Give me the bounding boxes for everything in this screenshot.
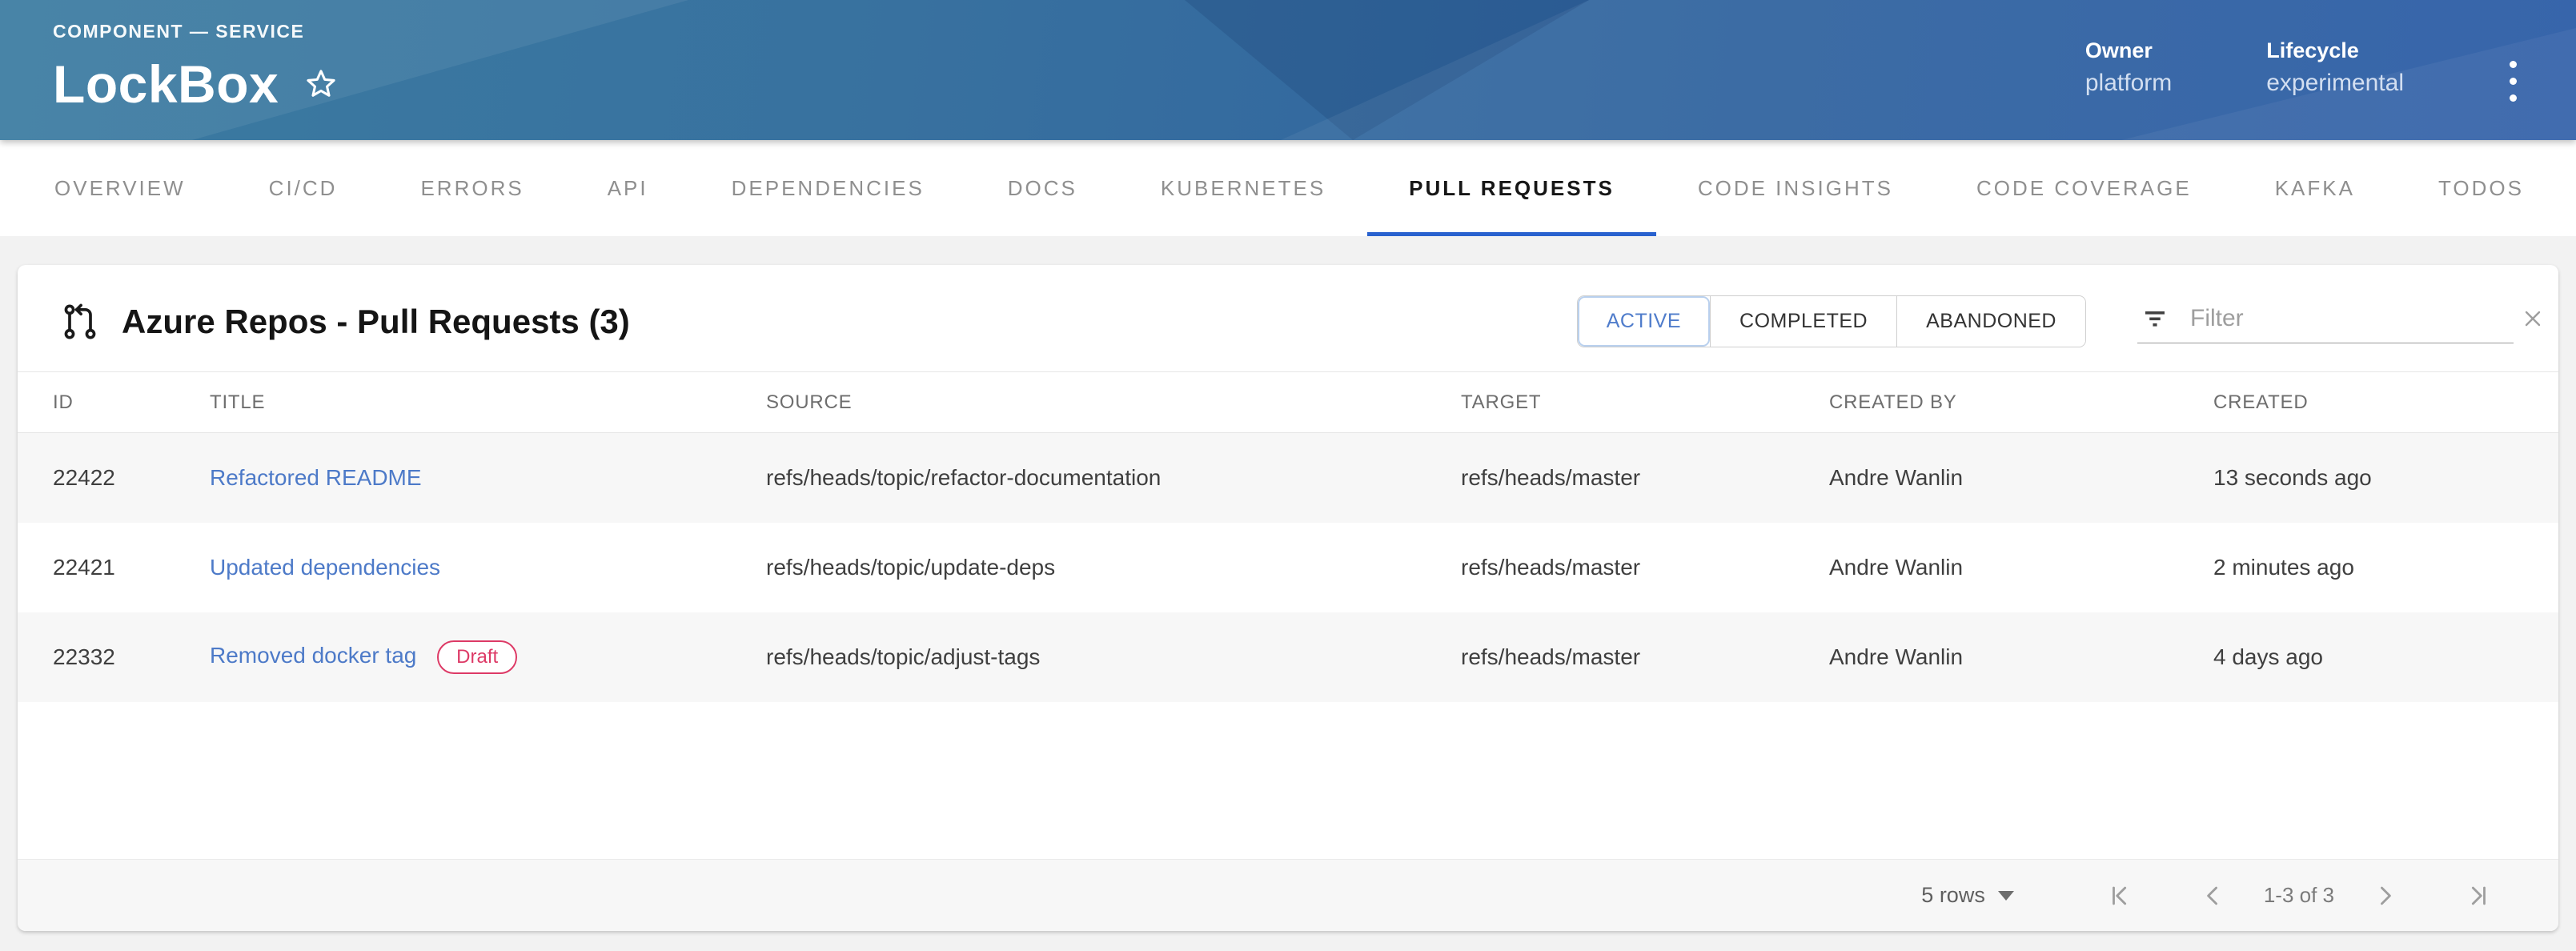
tab-dependencies[interactable]: DEPENDENCIES	[690, 140, 966, 236]
owner-meta: Owner platform	[2085, 38, 2172, 97]
status-filter-active[interactable]: ACTIVE	[1578, 296, 1710, 347]
entity-kind-breadcrumb: COMPONENT — SERVICE	[53, 21, 339, 42]
pr-source: refs/heads/topic/adjust-tags	[766, 612, 1461, 702]
tab-code-insights[interactable]: CODE INSIGHTS	[1656, 140, 1935, 236]
table-header-row: ID TITLE SOURCE TARGET CREATED BY CREATE…	[18, 372, 2558, 433]
tab-todos[interactable]: TODOS	[2397, 140, 2566, 236]
pr-created-by: Andre Wanlin	[1829, 612, 2213, 702]
owner-label: Owner	[2085, 38, 2172, 63]
pr-created-by: Andre Wanlin	[1829, 523, 2213, 612]
rows-per-page-select[interactable]: 5 rows	[1921, 883, 2014, 908]
col-header-created-by: CREATED BY	[1829, 372, 2213, 433]
table-row: 22332 Removed docker tag Draft refs/head…	[18, 612, 2558, 702]
pr-title-link[interactable]: Updated dependencies	[210, 555, 440, 580]
owner-value: platform	[2085, 70, 2172, 97]
tab-overview[interactable]: OVERVIEW	[13, 140, 227, 236]
tab-cicd[interactable]: CI/CD	[227, 140, 379, 236]
entity-tabbar: OVERVIEW CI/CD ERRORS API DEPENDENCIES D…	[0, 140, 2576, 236]
pull-requests-table: ID TITLE SOURCE TARGET CREATED BY CREATE…	[18, 371, 2558, 859]
pr-source: refs/heads/topic/refactor-documentation	[766, 433, 1461, 523]
rows-per-page-value: 5 rows	[1921, 883, 1985, 908]
col-header-created: CREATED	[2213, 372, 2558, 433]
tab-pull-requests-label: PULL REQUESTS	[1409, 176, 1615, 201]
filter-input[interactable]	[2190, 305, 2499, 332]
git-pull-request-icon	[59, 301, 101, 343]
clear-filter-icon[interactable]	[2520, 306, 2546, 331]
chevron-down-icon	[1998, 891, 2014, 901]
col-header-title: TITLE	[210, 372, 766, 433]
pagination-range-label: 1-3 of 3	[2264, 883, 2334, 908]
tab-docs[interactable]: DOCS	[966, 140, 1119, 236]
pr-title-link[interactable]: Refactored README	[210, 465, 422, 490]
lifecycle-value: experimental	[2266, 70, 2404, 97]
col-header-source: SOURCE	[766, 372, 1461, 433]
pr-created-by: Andre Wanlin	[1829, 433, 2213, 523]
pr-id: 22421	[18, 523, 210, 612]
entity-identity: COMPONENT — SERVICE LockBox	[53, 21, 339, 114]
previous-page-button[interactable]	[2184, 866, 2243, 925]
tab-errors[interactable]: ERRORS	[379, 140, 565, 236]
pr-title-link[interactable]: Removed docker tag	[210, 643, 416, 668]
pr-created: 4 days ago	[2213, 612, 2558, 702]
pr-created: 2 minutes ago	[2213, 523, 2558, 612]
lifecycle-meta: Lifecycle experimental	[2266, 38, 2404, 97]
status-filter-abandoned[interactable]: ABANDONED	[1896, 296, 2085, 347]
table-filter-field	[2137, 299, 2514, 343]
pr-status-toggle-group: ACTIVE COMPLETED ABANDONED	[1577, 295, 2086, 347]
entity-header: COMPONENT — SERVICE LockBox Owner platfo…	[0, 0, 2576, 140]
first-page-button[interactable]	[2091, 866, 2150, 925]
tab-kubernetes[interactable]: KUBERNETES	[1119, 140, 1367, 236]
pr-id: 22422	[18, 433, 210, 523]
draft-status-badge: Draft	[437, 640, 517, 674]
last-page-button[interactable]	[2448, 866, 2507, 925]
card-title: Azure Repos - Pull Requests (3)	[122, 303, 630, 341]
favorite-star-icon[interactable]	[303, 66, 339, 102]
col-header-target: TARGET	[1461, 372, 1829, 433]
pr-target: refs/heads/master	[1461, 612, 1829, 702]
pr-source: refs/heads/topic/update-deps	[766, 523, 1461, 612]
page-title: LockBox	[53, 54, 279, 114]
tab-pull-requests[interactable]: PULL REQUESTS	[1367, 140, 1656, 236]
tab-code-coverage[interactable]: CODE COVERAGE	[1935, 140, 2233, 236]
table-row: 22421 Updated dependencies refs/heads/to…	[18, 523, 2558, 612]
lifecycle-label: Lifecycle	[2266, 38, 2404, 63]
tab-kafka[interactable]: KAFKA	[2233, 140, 2397, 236]
filter-list-icon	[2141, 304, 2169, 333]
pr-target: refs/heads/master	[1461, 433, 1829, 523]
table-row: 22422 Refactored README refs/heads/topic…	[18, 433, 2558, 523]
active-tab-underline	[1367, 232, 1656, 236]
status-filter-completed[interactable]: COMPLETED	[1710, 296, 1896, 347]
tab-api[interactable]: API	[566, 140, 690, 236]
pr-created: 13 seconds ago	[2213, 433, 2558, 523]
table-pagination: 5 rows 1-3 of 3	[18, 859, 2558, 931]
pr-id: 22332	[18, 612, 210, 702]
col-header-id: ID	[18, 372, 210, 433]
pull-requests-card: Azure Repos - Pull Requests (3) ACTIVE C…	[18, 265, 2558, 931]
next-page-button[interactable]	[2355, 866, 2414, 925]
more-options-kebab-icon[interactable]	[2498, 53, 2528, 110]
pr-target: refs/heads/master	[1461, 523, 1829, 612]
